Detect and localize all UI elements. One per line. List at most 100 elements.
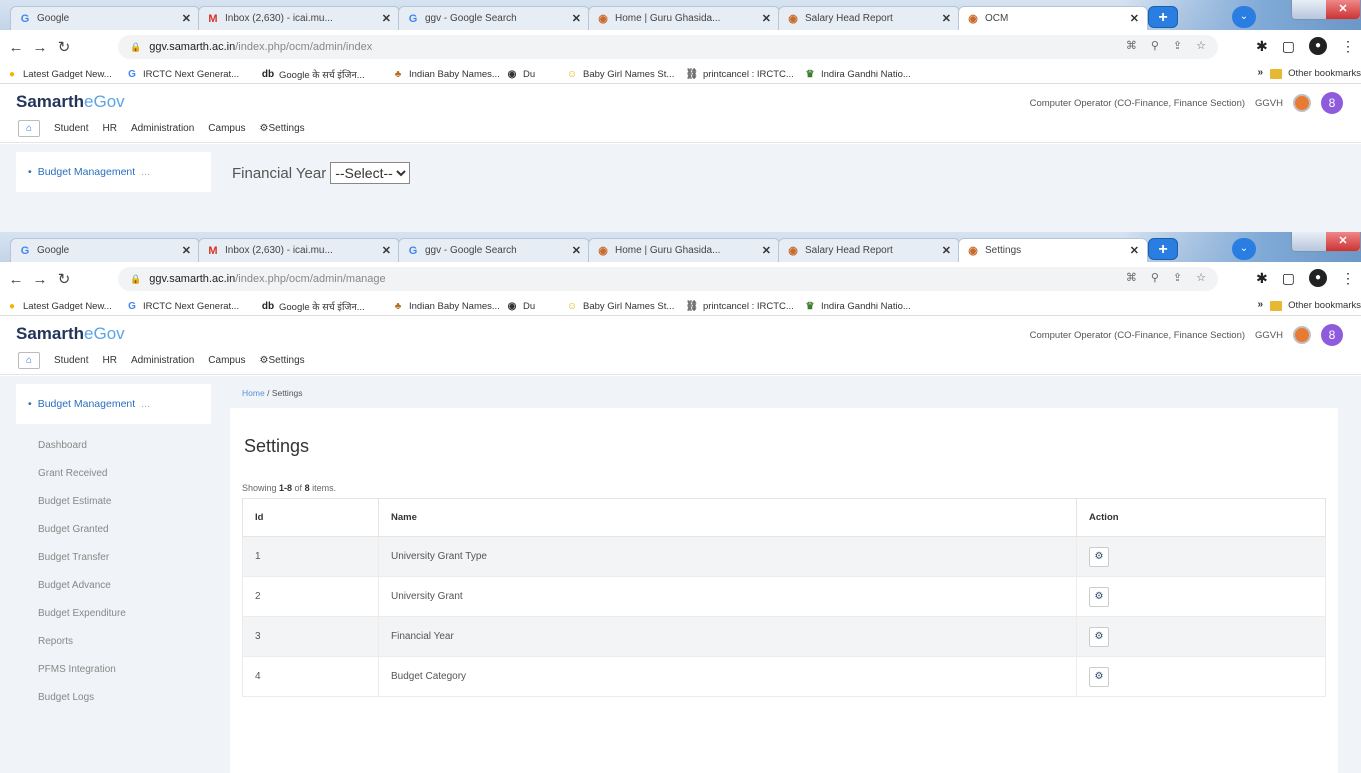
- samarth-logo[interactable]: SamartheGov: [16, 92, 125, 112]
- samarth-logo[interactable]: SamartheGov: [16, 324, 125, 344]
- bookmark-item[interactable]: db Google के सर्च इंजिन...: [262, 68, 365, 81]
- new-tab-button[interactable]: +: [1148, 6, 1178, 28]
- tab-2[interactable]: M Inbox (2,630) - icai.mu... ✕: [198, 6, 400, 30]
- bookmark-star-icon[interactable]: ☆: [1196, 39, 1206, 52]
- sidepanel-icon[interactable]: ▢: [1282, 38, 1295, 55]
- bookmark-item[interactable]: ⛓ printcancel : IRCTC...: [686, 300, 794, 312]
- zoom-icon[interactable]: ⚲: [1151, 271, 1159, 284]
- translate-icon[interactable]: ⌘: [1126, 271, 1137, 284]
- profile-icon[interactable]: ●: [1309, 37, 1327, 55]
- menu-administration[interactable]: Administration: [131, 123, 194, 134]
- tab-4[interactable]: ◉ Home | Guru Ghasida... ✕: [588, 238, 780, 262]
- reload-icon[interactable]: ↻: [52, 270, 76, 288]
- breadcrumb-home[interactable]: Home: [242, 388, 265, 398]
- zoom-icon[interactable]: ⚲: [1151, 39, 1159, 52]
- sidebar-item-pfms-integration[interactable]: PFMS Integration: [16, 656, 211, 684]
- profile-icon[interactable]: ●: [1309, 269, 1327, 287]
- bookmark-item[interactable]: ☺ Baby Girl Names St...: [566, 300, 674, 312]
- gear-icon[interactable]: ⚙: [1089, 626, 1109, 647]
- sidebar-module-budget-management[interactable]: • Budget Management ...: [16, 384, 211, 424]
- tab-close-icon[interactable]: ✕: [382, 244, 391, 257]
- tab-close-icon[interactable]: ✕: [572, 12, 581, 25]
- menu-campus[interactable]: Campus: [208, 355, 245, 366]
- sidebar-item-budget-advance[interactable]: Budget Advance: [16, 572, 211, 600]
- menu-administration[interactable]: Administration: [131, 355, 194, 366]
- tab-6[interactable]: ◉ Settings ✕: [958, 238, 1148, 262]
- tab-1[interactable]: G Google ✕: [10, 6, 200, 30]
- bookmark-item[interactable]: ♣ Indian Baby Names...: [392, 300, 500, 312]
- org-switch-icon[interactable]: [1293, 326, 1311, 344]
- extensions-icon[interactable]: ✱: [1256, 38, 1268, 55]
- menu-campus[interactable]: Campus: [208, 123, 245, 134]
- sidebar-item-budget-transfer[interactable]: Budget Transfer: [16, 544, 211, 572]
- forward-icon[interactable]: →: [28, 39, 52, 56]
- bookmarks-overflow-button[interactable]: »: [1257, 299, 1263, 310]
- tab-3[interactable]: Gggv - Google Search ✕: [398, 238, 590, 262]
- sidebar-item-budget-granted[interactable]: Budget Granted: [16, 516, 211, 544]
- gear-icon[interactable]: ⚙: [1089, 666, 1109, 687]
- browser-menu-icon[interactable]: ⋮: [1341, 270, 1355, 287]
- column-header-id[interactable]: Id: [242, 498, 379, 537]
- sidebar-module-budget-management[interactable]: • Budget Management ...: [16, 152, 211, 192]
- menu-student[interactable]: Student: [54, 123, 88, 134]
- tab-close-icon[interactable]: ✕: [942, 244, 951, 257]
- bookmark-item[interactable]: ♛ Indira Gandhi Natio...: [804, 68, 911, 80]
- translate-icon[interactable]: ⌘: [1126, 39, 1137, 52]
- sidebar-item-grant-received[interactable]: Grant Received: [16, 460, 211, 488]
- window-close-button[interactable]: ✕: [1326, 232, 1360, 251]
- tab-close-icon[interactable]: ✕: [182, 12, 191, 25]
- bookmark-item[interactable]: ◉ Du: [506, 300, 536, 312]
- sidebar-item-reports[interactable]: Reports: [16, 628, 211, 656]
- bookmarks-overflow-button[interactable]: »: [1257, 67, 1263, 78]
- sidebar-item-budget-estimate[interactable]: Budget Estimate: [16, 488, 211, 516]
- address-bar[interactable]: 🔒 ggv.samarth.ac.in/index.php/ocm/admin/…: [118, 267, 1218, 291]
- tab-2[interactable]: M Inbox (2,630) - icai.mu... ✕: [198, 238, 400, 262]
- tab-close-icon[interactable]: ✕: [762, 12, 771, 25]
- forward-icon[interactable]: →: [28, 271, 52, 288]
- tab-close-icon[interactable]: ✕: [382, 12, 391, 25]
- sidepanel-icon[interactable]: ▢: [1282, 270, 1295, 287]
- tab-4[interactable]: ◉ Home | Guru Ghasida... ✕: [588, 6, 780, 30]
- tab-close-icon[interactable]: ✕: [1130, 12, 1139, 25]
- new-tab-button[interactable]: +: [1148, 238, 1178, 260]
- gear-icon[interactable]: ⚙: [1089, 586, 1109, 607]
- home-icon[interactable]: ⌂: [18, 120, 40, 137]
- column-header-name[interactable]: Name: [378, 498, 1077, 537]
- tab-close-icon[interactable]: ✕: [1130, 244, 1139, 257]
- bookmark-item[interactable]: ● Latest Gadget New...: [6, 300, 112, 312]
- bookmark-item[interactable]: ♣ Indian Baby Names...: [392, 68, 500, 80]
- bookmark-item[interactable]: ♛ Indira Gandhi Natio...: [804, 300, 911, 312]
- bookmark-item[interactable]: ⛓ printcancel : IRCTC...: [686, 68, 794, 80]
- bookmark-star-icon[interactable]: ☆: [1196, 271, 1206, 284]
- home-icon[interactable]: ⌂: [18, 352, 40, 369]
- bookmark-item[interactable]: ● Latest Gadget New...: [6, 68, 112, 80]
- sidebar-item-budget-expenditure[interactable]: Budget Expenditure: [16, 600, 211, 628]
- financial-year-select[interactable]: --Select--: [330, 162, 411, 184]
- bookmark-item[interactable]: db Google के सर्च इंजिन...: [262, 300, 365, 313]
- browser-menu-icon[interactable]: ⋮: [1341, 38, 1355, 55]
- menu-settings[interactable]: ⚙Settings: [260, 355, 305, 366]
- tab-close-icon[interactable]: ✕: [762, 244, 771, 257]
- address-bar[interactable]: 🔒 ggv.samarth.ac.in/index.php/ocm/admin/…: [118, 35, 1218, 59]
- bookmark-item[interactable]: G IRCTC Next Generat...: [126, 68, 239, 80]
- tab-close-icon[interactable]: ✕: [572, 244, 581, 257]
- tab-5[interactable]: ◉ Salary Head Report ✕: [778, 238, 960, 262]
- sidebar-item-dashboard[interactable]: Dashboard: [16, 432, 211, 460]
- other-bookmarks-folder[interactable]: Other bookmarks: [1270, 68, 1361, 79]
- back-icon[interactable]: ←: [4, 39, 28, 56]
- tab-1[interactable]: G Google ✕: [10, 238, 200, 262]
- menu-hr[interactable]: HR: [102, 123, 116, 134]
- tab-close-icon[interactable]: ✕: [182, 244, 191, 257]
- share-icon[interactable]: ⇪: [1173, 271, 1182, 284]
- tab-5[interactable]: ◉ Salary Head Report ✕: [778, 6, 960, 30]
- user-avatar[interactable]: 8: [1321, 324, 1343, 346]
- tab-6[interactable]: ◉ OCM ✕: [958, 6, 1148, 30]
- user-avatar[interactable]: 8: [1321, 92, 1343, 114]
- reload-icon[interactable]: ↻: [52, 38, 76, 56]
- bookmark-item[interactable]: ☺ Baby Girl Names St...: [566, 68, 674, 80]
- menu-student[interactable]: Student: [54, 355, 88, 366]
- org-switch-icon[interactable]: [1293, 94, 1311, 112]
- window-close-button[interactable]: ✕: [1326, 0, 1360, 19]
- extensions-icon[interactable]: ✱: [1256, 270, 1268, 287]
- bookmark-item[interactable]: G IRCTC Next Generat...: [126, 300, 239, 312]
